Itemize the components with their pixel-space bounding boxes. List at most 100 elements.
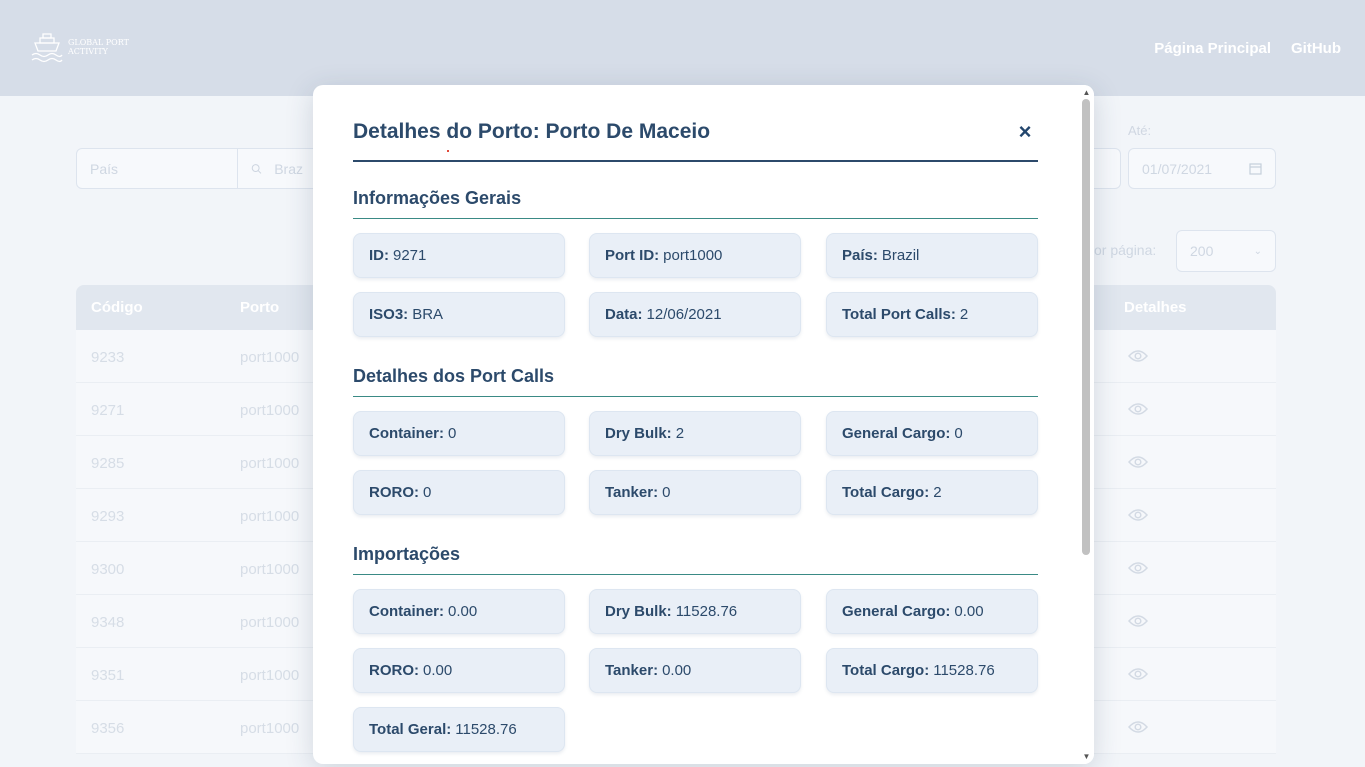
info-card-value: Brazil <box>881 247 920 264</box>
search-value: Braz <box>274 160 303 177</box>
from-date-input-edge[interactable] <box>1094 148 1121 189</box>
scroll-up-icon[interactable]: ▲ <box>1082 88 1091 97</box>
info-card-label: Container: <box>369 603 444 620</box>
info-card: Total Cargo: 11528.76 <box>826 648 1038 693</box>
logo-text: Global Port Activity <box>68 38 129 56</box>
info-card-label: General Cargo: <box>842 425 951 442</box>
row-port: port1000 <box>240 667 300 684</box>
info-card-value: port1000 <box>663 247 723 264</box>
info-card-label: Port ID: <box>605 247 660 264</box>
section-title: Informações Gerais <box>353 188 522 208</box>
section-divider <box>353 396 1038 397</box>
row-code: 9348 <box>91 614 125 631</box>
row-port: port1000 <box>240 402 300 419</box>
info-card: Container: 0 <box>353 411 565 456</box>
info-card-label: Tanker: <box>605 662 659 679</box>
section-title: Detalhes dos Port Calls <box>353 366 555 386</box>
info-card-label: Tanker: <box>605 484 659 501</box>
info-card-label: Dry Bulk: <box>605 603 672 620</box>
info-card: RORO: 0 <box>353 470 565 515</box>
until-date-input[interactable]: 01/07/2021 <box>1128 148 1276 189</box>
info-card: Dry Bulk: 11528.76 <box>589 589 801 634</box>
per-page-label: or página: <box>1094 242 1157 258</box>
info-card-value: 11528.76 <box>675 603 738 620</box>
info-card-label: Container: <box>369 425 444 442</box>
info-card-value: 0.00 <box>662 662 692 679</box>
close-icon[interactable]: × <box>1013 120 1037 144</box>
info-card-label: Total Cargo: <box>842 484 930 501</box>
eye-icon[interactable] <box>1128 614 1148 628</box>
row-port: port1000 <box>240 720 300 737</box>
info-card: Port ID: port1000 <box>589 233 801 278</box>
info-card-value: BRA <box>412 306 444 323</box>
eye-icon[interactable] <box>1128 455 1148 469</box>
until-date-value: 01/07/2021 <box>1142 160 1213 177</box>
info-card: Dry Bulk: 2 <box>589 411 801 456</box>
info-card-label: Total Port Calls: <box>842 306 956 323</box>
scroll-down-icon[interactable]: ▼ <box>1082 752 1091 761</box>
section-divider <box>353 574 1038 575</box>
info-card: General Cargo: 0 <box>826 411 1038 456</box>
nav-github-link[interactable]: GitHub <box>1291 40 1341 57</box>
info-card-label: Dry Bulk: <box>605 425 672 442</box>
per-page-select[interactable]: 200 ⌄ <box>1176 230 1276 272</box>
info-card-value: 0.00 <box>423 662 453 679</box>
scrollbar-thumb[interactable] <box>1082 99 1090 555</box>
calendar-icon[interactable] <box>1249 162 1262 175</box>
chevron-down-icon: ⌄ <box>1253 245 1262 257</box>
ship-logo-icon <box>31 33 63 63</box>
column-header-details: Detalhes <box>1124 299 1187 316</box>
top-nav: Página Principal GitHub <box>1154 40 1341 57</box>
search-input[interactable]: Braz <box>237 148 317 189</box>
info-card-label: Total Geral: <box>369 721 452 738</box>
country-placeholder: País <box>90 160 119 177</box>
eye-icon[interactable] <box>1128 508 1148 522</box>
nav-home-link[interactable]: Página Principal <box>1154 40 1271 57</box>
modal-title: Detalhes do Porto: Porto De Maceio <box>353 120 711 143</box>
row-code: 9285 <box>91 455 125 472</box>
info-card-label: General Cargo: <box>842 603 951 620</box>
info-card-value: 11528.76 <box>933 662 995 679</box>
info-card-value: 2 <box>959 306 969 323</box>
per-page-value: 200 <box>1190 243 1214 259</box>
eye-icon[interactable] <box>1128 402 1148 416</box>
cursor-mark <box>447 150 449 152</box>
info-card-value: 0 <box>423 484 432 501</box>
info-card: Total Geral: 11528.76 <box>353 707 565 752</box>
column-header-port[interactable]: Porto <box>240 299 279 316</box>
search-icon <box>251 163 262 174</box>
info-card: Total Port Calls: 2 <box>826 292 1038 337</box>
info-card-value: 12/06/2021 <box>646 306 722 323</box>
logo[interactable]: Global Port Activity <box>30 30 132 64</box>
country-filter-input[interactable]: País <box>76 148 238 189</box>
info-card-value: 0.00 <box>954 603 984 620</box>
row-code: 9300 <box>91 561 125 578</box>
info-card: Container: 0.00 <box>353 589 565 634</box>
info-card: RORO: 0.00 <box>353 648 565 693</box>
app-header: Global Port Activity Página Principal Gi… <box>0 0 1365 96</box>
info-card-value: 0 <box>954 425 963 442</box>
info-card: Data: 12/06/2021 <box>589 292 801 337</box>
column-header-code[interactable]: Código <box>91 299 143 316</box>
eye-icon[interactable] <box>1128 561 1148 575</box>
info-card: Total Cargo: 2 <box>826 470 1038 515</box>
row-port: port1000 <box>240 614 300 631</box>
info-card-label: Data: <box>605 306 643 323</box>
row-code: 9351 <box>91 667 125 684</box>
info-card-value: 0.00 <box>448 603 478 620</box>
info-card-label: ID: <box>369 247 389 264</box>
info-card: ID: 9271 <box>353 233 565 278</box>
eye-icon[interactable] <box>1128 720 1148 734</box>
row-port: port1000 <box>240 455 300 472</box>
row-code: 9271 <box>91 402 125 419</box>
info-card: General Cargo: 0.00 <box>826 589 1038 634</box>
info-card-value: 2 <box>933 484 942 501</box>
info-card-value: 2 <box>675 425 685 442</box>
port-details-modal: Detalhes do Porto: Porto De Maceio × Inf… <box>313 85 1094 764</box>
info-card-value: 0 <box>662 484 671 501</box>
until-label: Até: <box>1128 123 1152 138</box>
eye-icon[interactable] <box>1128 349 1148 363</box>
info-card-label: Total Cargo: <box>842 662 930 679</box>
section-title: Importações <box>353 544 461 564</box>
eye-icon[interactable] <box>1128 667 1148 681</box>
